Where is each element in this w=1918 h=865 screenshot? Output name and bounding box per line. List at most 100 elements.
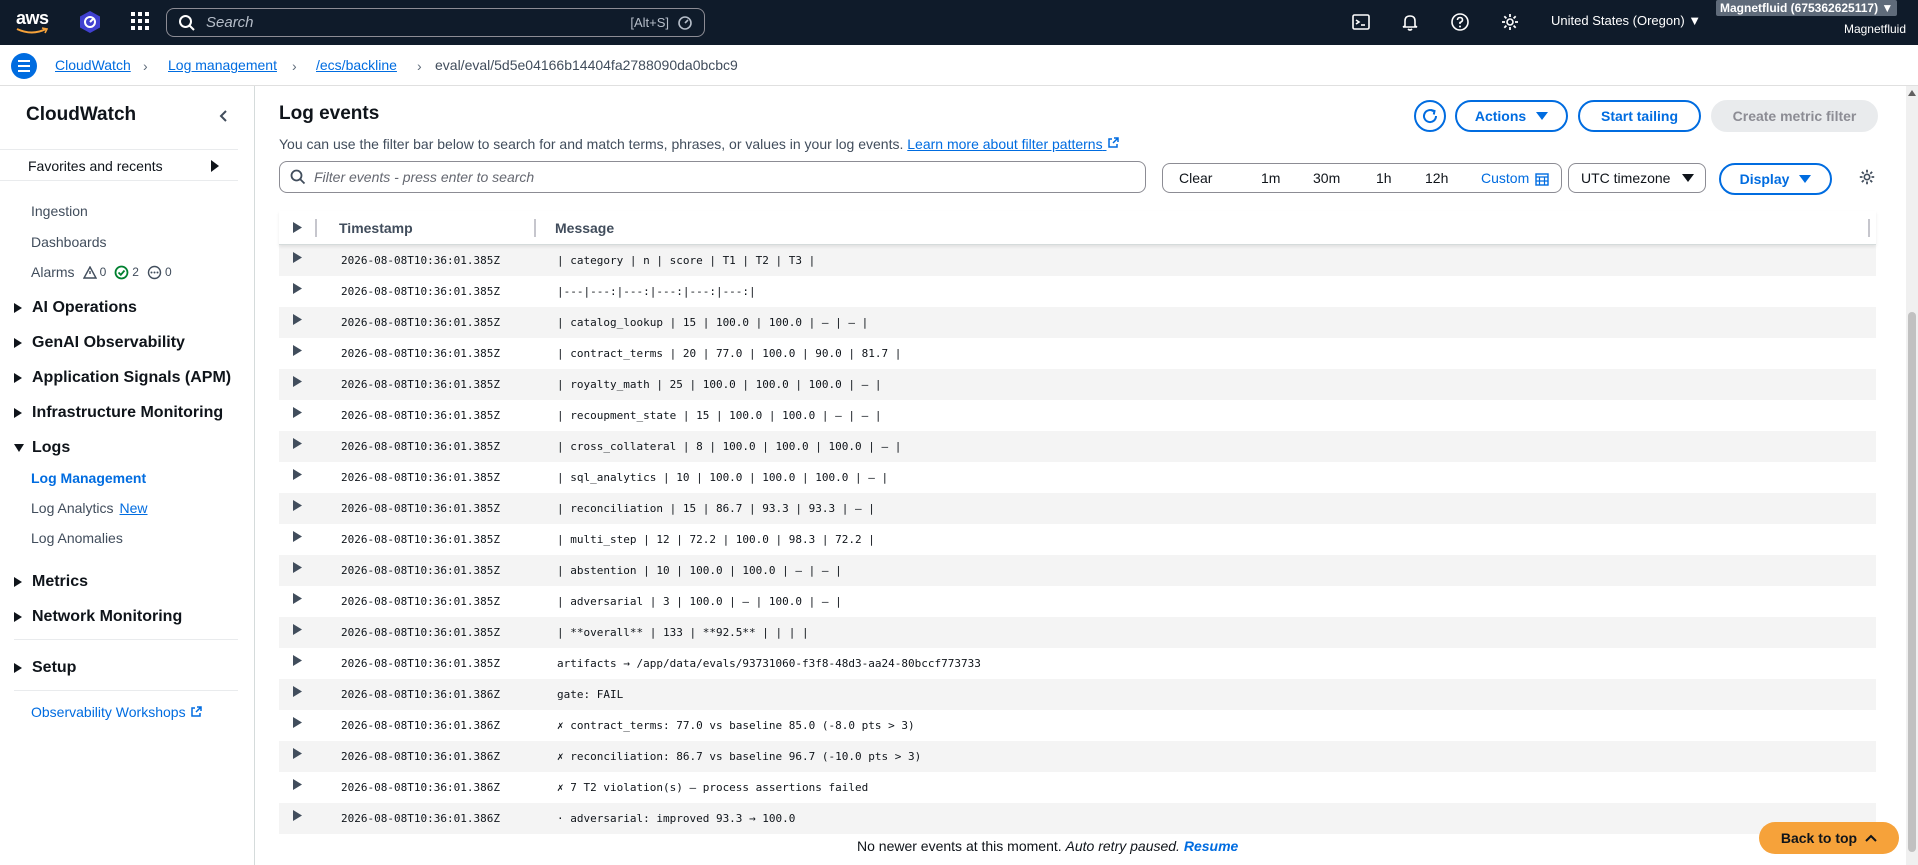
table-row[interactable]: 2026-08-08T10:36:01.386Z · adversarial: i… <box>279 803 1876 834</box>
refresh-button[interactable] <box>1414 100 1446 132</box>
expand-row-icon[interactable] <box>293 531 302 542</box>
expand-row-icon[interactable] <box>293 717 302 728</box>
time-30m-button[interactable]: 30m <box>1313 170 1340 186</box>
expand-row-icon[interactable] <box>293 252 302 263</box>
table-row[interactable]: 2026-08-08T10:36:01.385Z | cross_collater… <box>279 431 1876 462</box>
actions-button[interactable]: Actions <box>1455 100 1568 132</box>
search-clear-icon[interactable] <box>677 15 693 31</box>
back-to-top-button[interactable]: Back to top <box>1759 822 1899 854</box>
time-clear-button[interactable]: Clear <box>1179 170 1212 186</box>
sidebar-group-network[interactable]: Network Monitoring <box>14 608 182 626</box>
notifications-bell-icon[interactable] <box>1400 12 1420 32</box>
table-row[interactable]: 2026-08-08T10:36:01.385Z artifacts → /app… <box>279 648 1876 679</box>
table-row[interactable]: 2026-08-08T10:36:01.385Z | catalog_lookup… <box>279 307 1876 338</box>
column-divider[interactable] <box>1868 219 1870 237</box>
breadcrumb-log-group[interactable]: /ecs/backline <box>316 57 397 73</box>
settings-gear-icon[interactable] <box>1500 12 1520 32</box>
row-timestamp: 2026-08-08T10:36:01.386Z <box>341 781 500 794</box>
expand-row-icon[interactable] <box>293 283 302 294</box>
table-row[interactable]: 2026-08-08T10:36:01.385Z | royalty_math |… <box>279 369 1876 400</box>
expand-row-icon[interactable] <box>293 469 302 480</box>
scroll-up-arrow-icon[interactable] <box>1908 90 1916 96</box>
resume-link[interactable]: Resume <box>1184 838 1238 854</box>
time-1m-button[interactable]: 1m <box>1261 170 1280 186</box>
breadcrumb-log-management[interactable]: Log management <box>168 57 277 73</box>
expand-row-icon[interactable] <box>293 748 302 759</box>
expand-row-icon[interactable] <box>293 593 302 604</box>
sidebar-item-ingestion[interactable]: Ingestion <box>31 203 88 219</box>
calendar-icon[interactable] <box>1535 172 1549 186</box>
sidebar-item-log-management[interactable]: Log Management <box>31 470 146 486</box>
table-row[interactable]: 2026-08-08T10:36:01.385Z |---|---:|---:|-… <box>279 276 1876 307</box>
table-row[interactable]: 2026-08-08T10:36:01.385Z | reconciliation… <box>279 493 1876 524</box>
table-row[interactable]: 2026-08-08T10:36:01.385Z | recoupment_sta… <box>279 400 1876 431</box>
global-search[interactable]: [Alt+S] <box>166 8 705 37</box>
breadcrumb-cloudwatch[interactable]: CloudWatch <box>55 57 131 73</box>
expand-row-icon[interactable] <box>293 810 302 821</box>
expand-row-icon[interactable] <box>293 624 302 635</box>
expand-row-icon[interactable] <box>293 500 302 511</box>
table-row[interactable]: 2026-08-08T10:36:01.385Z | contract_terms… <box>279 338 1876 369</box>
create-metric-filter-button[interactable]: Create metric filter <box>1711 100 1878 132</box>
column-header-message[interactable]: Message <box>555 220 614 236</box>
collapse-sidebar-icon[interactable] <box>216 108 232 124</box>
cloudshell-icon[interactable] <box>1351 12 1371 32</box>
sidebar-item-dashboards[interactable]: Dashboards <box>31 234 107 250</box>
column-divider[interactable] <box>534 219 536 237</box>
scrollbar-thumb[interactable] <box>1908 312 1916 852</box>
sidebar-group-logs[interactable]: Logs <box>14 439 70 457</box>
column-divider[interactable] <box>315 219 317 237</box>
table-row[interactable]: 2026-08-08T10:36:01.385Z | category | n |… <box>279 245 1876 276</box>
display-button[interactable]: Display <box>1719 163 1832 195</box>
table-row[interactable]: 2026-08-08T10:36:01.385Z | sql_analytics … <box>279 462 1876 493</box>
expand-row-icon[interactable] <box>293 314 302 325</box>
expand-row-icon[interactable] <box>293 686 302 697</box>
expand-row-icon[interactable] <box>293 562 302 573</box>
region-selector[interactable]: United States (Oregon) ▼ <box>1551 13 1701 28</box>
expand-row-icon[interactable] <box>293 407 302 418</box>
sidebar-group-infrastructure[interactable]: Infrastructure Monitoring <box>14 404 223 422</box>
table-row[interactable]: 2026-08-08T10:36:01.385Z | multi_step | 1… <box>279 524 1876 555</box>
sidebar-group-ai-operations[interactable]: AI Operations <box>14 299 137 317</box>
sidebar-item-log-anomalies[interactable]: Log Anomalies <box>31 530 123 546</box>
expand-all-icon[interactable] <box>293 222 302 233</box>
table-row[interactable]: 2026-08-08T10:36:01.385Z | adversarial | … <box>279 586 1876 617</box>
side-menu-button[interactable] <box>11 53 37 79</box>
help-icon[interactable] <box>1450 12 1470 32</box>
filter-events-input[interactable] <box>314 169 1114 185</box>
start-tailing-button[interactable]: Start tailing <box>1578 100 1701 132</box>
timezone-select[interactable]: UTC timezone <box>1568 163 1706 193</box>
sidebar-item-workshops[interactable]: Observability Workshops <box>31 704 202 720</box>
table-row[interactable]: 2026-08-08T10:36:01.386Z ✗ 7 T2 violation… <box>279 772 1876 803</box>
table-row[interactable]: 2026-08-08T10:36:01.385Z | abstention | 1… <box>279 555 1876 586</box>
table-row[interactable]: 2026-08-08T10:36:01.385Z | **overall** | … <box>279 617 1876 648</box>
sidebar-item-alarms[interactable]: Alarms 0 2 0 <box>31 264 172 280</box>
preferences-gear-icon[interactable] <box>1858 168 1876 186</box>
table-row[interactable]: 2026-08-08T10:36:01.386Z ✗ reconciliation… <box>279 741 1876 772</box>
favorites-and-recents[interactable]: Favorites and recents <box>0 149 238 181</box>
table-row[interactable]: 2026-08-08T10:36:01.386Z gate: FAIL <box>279 679 1876 710</box>
sidebar-item-log-analytics[interactable]: Log Analytics New <box>31 500 148 516</box>
services-grid-icon[interactable] <box>130 11 150 31</box>
time-1h-button[interactable]: 1h <box>1376 170 1392 186</box>
global-search-input[interactable] <box>206 14 606 31</box>
row-message: ✗ contract_terms: 77.0 vs baseline 85.0 … <box>557 719 915 732</box>
aws-logo[interactable]: aws <box>16 6 50 36</box>
expand-row-icon[interactable] <box>293 345 302 356</box>
expand-row-icon[interactable] <box>293 779 302 790</box>
time-12h-button[interactable]: 12h <box>1425 170 1448 186</box>
learn-more-link[interactable]: Learn more about filter patterns <box>907 136 1119 152</box>
sidebar-group-setup[interactable]: Setup <box>14 659 76 677</box>
sidebar-group-metrics[interactable]: Metrics <box>14 573 88 591</box>
table-row[interactable]: 2026-08-08T10:36:01.386Z ✗ contract_terms… <box>279 710 1876 741</box>
expand-row-icon[interactable] <box>293 655 302 666</box>
sidebar-group-genai[interactable]: GenAI Observability <box>14 334 185 352</box>
filter-events[interactable] <box>279 161 1146 193</box>
cloudwatch-service-icon[interactable] <box>77 9 103 35</box>
sidebar-group-application-signals[interactable]: Application Signals (APM) <box>14 369 231 387</box>
account-menu[interactable]: Magnetfluid (675362625117) ▼ <box>1716 0 1898 16</box>
time-custom-button[interactable]: Custom <box>1481 170 1529 186</box>
expand-row-icon[interactable] <box>293 438 302 449</box>
expand-row-icon[interactable] <box>293 376 302 387</box>
column-header-timestamp[interactable]: Timestamp <box>339 220 413 236</box>
